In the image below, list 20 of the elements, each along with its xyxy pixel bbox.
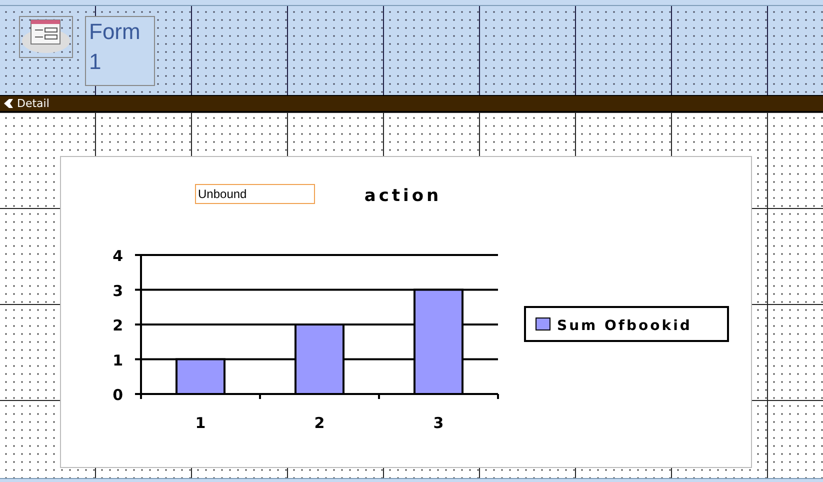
- bar: [176, 358, 226, 395]
- y-tick-label: 1: [112, 351, 123, 370]
- x-tick-label: 3: [433, 414, 444, 432]
- chart-frame[interactable]: action 0 1 2 3 4 1 2 3 Sum Ofbookid Unbound: [60, 156, 752, 468]
- y-tick-label: 4: [112, 247, 123, 265]
- y-tick-label: 3: [112, 282, 123, 300]
- y-tick-label: 2: [112, 316, 123, 334]
- chart-title: action: [364, 186, 442, 206]
- bar: [294, 324, 344, 395]
- detail-section-bar[interactable]: Detail: [0, 95, 823, 112]
- unbound-field[interactable]: Unbound: [195, 184, 315, 204]
- pointer-icon: [4, 99, 13, 108]
- x-tick-label: 2: [314, 414, 325, 432]
- legend-label: Sum Ofbookid: [557, 318, 692, 334]
- form-title-label[interactable]: Form 1: [85, 16, 155, 86]
- x-tick-label: 1: [195, 414, 206, 432]
- y-tick-label: 0: [112, 386, 123, 404]
- legend-swatch: [536, 318, 550, 330]
- form-icon: [19, 16, 73, 58]
- section-label: Detail: [17, 97, 50, 110]
